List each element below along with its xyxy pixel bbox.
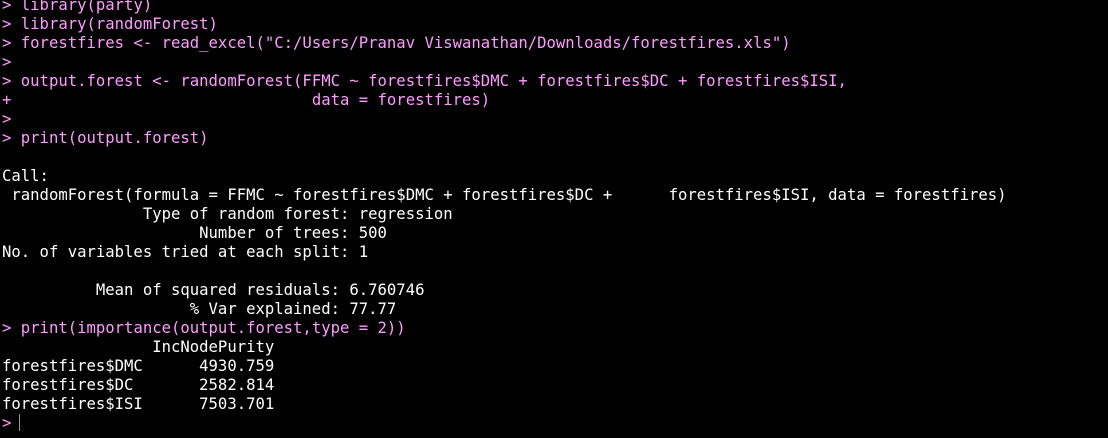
console-line-output: Mean of squared residuals: 6.760746 xyxy=(2,281,425,299)
prompt-symbol: > xyxy=(2,110,12,128)
command-text: library(randomForest) xyxy=(11,15,218,33)
console-line-output: Type of random forest: regression xyxy=(2,205,453,223)
prompt-symbol: > xyxy=(2,34,12,52)
console-line-input: > print(importance(output.forest,type = … xyxy=(2,319,1108,338)
prompt-symbol: > xyxy=(2,414,12,432)
text-cursor xyxy=(19,414,21,431)
prompt-symbol: > xyxy=(2,15,12,33)
console-line-output: Call: xyxy=(2,167,49,185)
prompt-symbol: > xyxy=(2,72,12,90)
console-line-output: No. of variables tried at each split: 1 xyxy=(2,243,369,261)
console-line-input: > library(randomForest) xyxy=(2,15,1108,34)
console-line-output xyxy=(2,148,1108,167)
console-line-input: > xyxy=(2,53,1108,72)
console-line-output: forestfires$ISI 7503.701 xyxy=(2,395,275,413)
console-line-input: > output.forest <- randomForest(FFMC ~ f… xyxy=(2,72,1108,91)
console-line-output: forestfires$DMC 4930.759 xyxy=(2,357,275,375)
command-text: data = forestfires) xyxy=(11,91,491,109)
console-line-input: > print(output.forest) xyxy=(2,129,1108,148)
prompt-symbol: > xyxy=(2,129,12,147)
command-text: print(importance(output.forest,type = 2)… xyxy=(11,319,406,337)
prompt-symbol: > xyxy=(2,53,12,71)
r-console[interactable]: > library(party) > library(randomForest)… xyxy=(0,0,1108,434)
console-line-output: forestfires$DC 2582.814 xyxy=(2,376,275,394)
console-line-output: randomForest(formula = FFMC ~ forestfire… xyxy=(2,186,1007,204)
command-text: library(party) xyxy=(11,0,153,14)
prompt-symbol: > xyxy=(2,0,12,14)
prompt-symbol: > xyxy=(2,319,12,337)
continuation-symbol: + xyxy=(2,91,12,109)
console-line-output: % Var explained: 77.77 xyxy=(2,300,397,318)
console-line-input: > forestfires <- read_excel("C:/Users/Pr… xyxy=(2,34,1108,53)
console-line-output: Number of trees: 500 xyxy=(2,224,387,242)
console-line-output: IncNodePurity xyxy=(2,338,275,356)
command-text: print(output.forest) xyxy=(11,129,209,147)
console-line-input: > xyxy=(2,110,1108,129)
command-text: forestfires <- read_excel("C:/Users/Pran… xyxy=(11,34,791,52)
console-line-continuation: + data = forestfires) xyxy=(2,91,1108,110)
console-active-prompt-line[interactable]: > xyxy=(2,414,1108,433)
console-line-output xyxy=(2,262,1108,281)
command-text: output.forest <- randomForest(FFMC ~ for… xyxy=(11,72,847,90)
console-line-input: > library(party) xyxy=(2,0,1108,15)
